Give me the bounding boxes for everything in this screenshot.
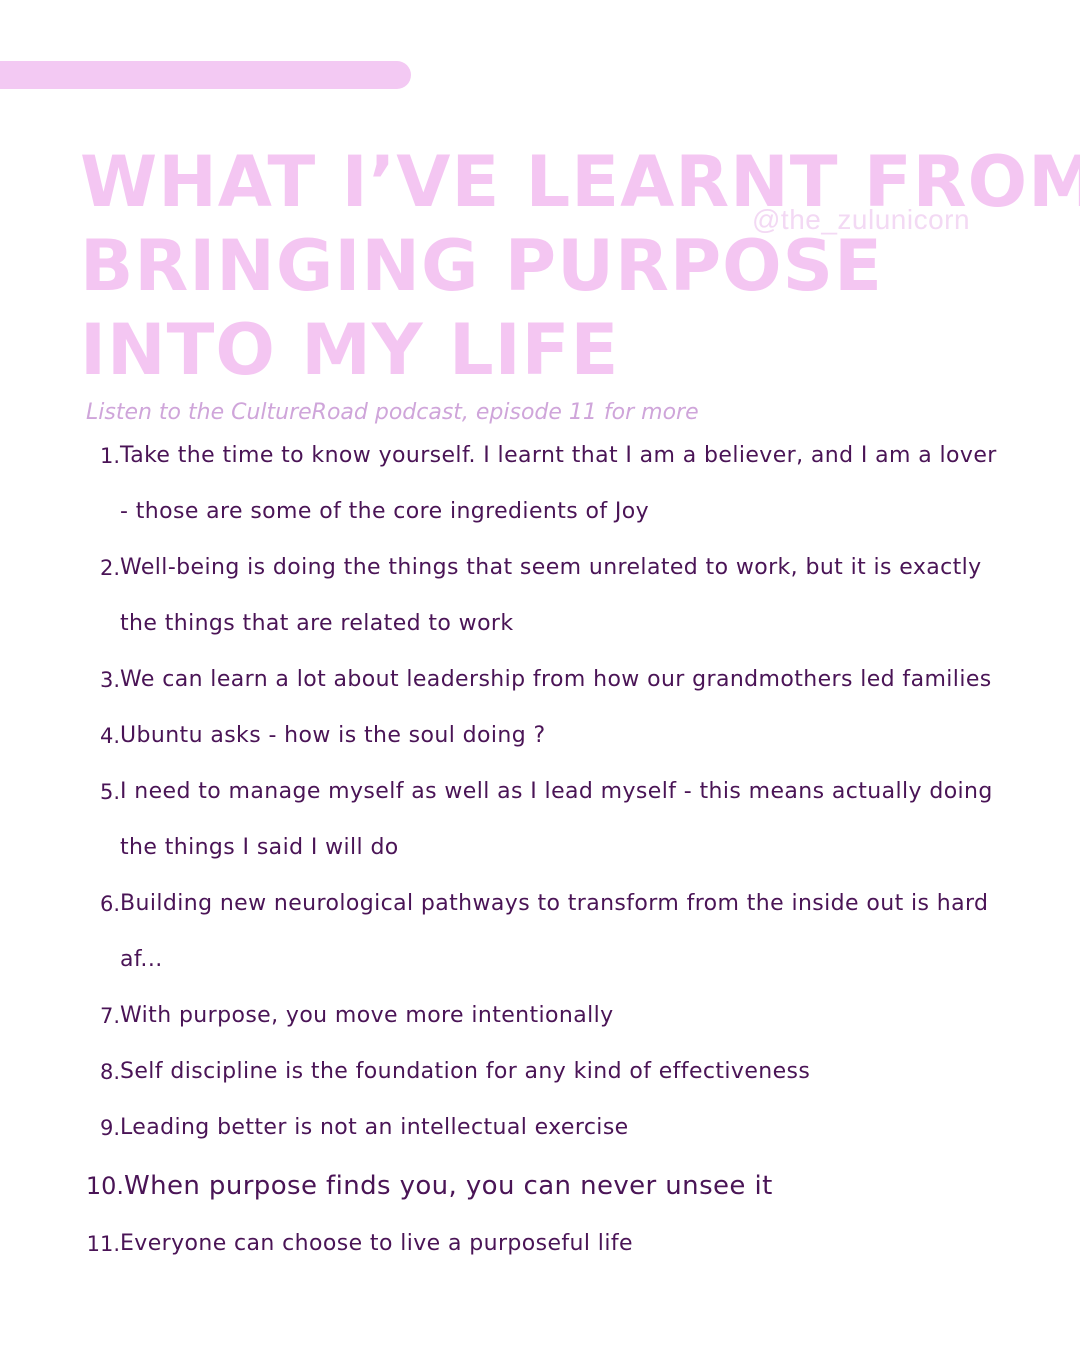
list-item-text: Everyone can choose to live a purposeful… <box>120 1231 633 1256</box>
list-item-number: 11. <box>86 1232 120 1256</box>
list-item: 1. Take the time to know yourself. I lea… <box>0 428 1080 540</box>
list-item: 3. We can learn a lot about leadership f… <box>0 652 1080 708</box>
list-item: 9. Leading better is not an intellectual… <box>0 1100 1080 1156</box>
list-item: 7. With purpose, you move more intention… <box>0 988 1080 1044</box>
list-item-number: 10. <box>85 1172 124 1200</box>
list-item-text: We can learn a lot about leadership from… <box>120 667 992 692</box>
list-item-number: 8. <box>99 1060 120 1084</box>
list-item: 5. I need to manage myself as well as I … <box>0 764 1080 876</box>
list-item-text: Leading better is not an intellectual ex… <box>120 1115 629 1140</box>
list-item-number: 4. <box>99 724 120 748</box>
list-item: 6. Building new neurological pathways to… <box>0 876 1080 988</box>
list-item-number: 5. <box>99 780 120 804</box>
list-item-text: When purpose finds you, you can never un… <box>124 1171 773 1201</box>
list-item-text: Take the time to know yourself. I learnt… <box>120 443 997 524</box>
title-line-2: BRINGING PURPOSE <box>80 225 883 307</box>
list-item-text: Well-being is doing the things that seem… <box>120 555 982 636</box>
list-item-text: Self discipline is the foundation for an… <box>120 1059 811 1084</box>
podcast-subtitle: Listen to the CultureRoad podcast, episo… <box>86 400 699 425</box>
list-item-text: Building new neurological pathways to tr… <box>120 891 989 972</box>
list-item-text: I need to manage myself as well as I lea… <box>120 779 993 860</box>
page-title: WHAT I’VE LEARNT FROM BRINGING PURPOSE I… <box>80 140 1080 392</box>
list-item-text: Ubuntu asks - how is the soul doing ? <box>120 723 546 748</box>
list-item-number: 3. <box>99 668 120 692</box>
lessons-list: 1. Take the time to know yourself. I lea… <box>0 428 1080 1272</box>
social-handle: @the_zulunicorn <box>752 204 971 235</box>
list-item: 2. Well-being is doing the things that s… <box>0 540 1080 652</box>
list-item: 10. When purpose finds you, you can neve… <box>0 1156 1080 1216</box>
list-item-number: 9. <box>99 1116 120 1140</box>
list-item: 4. Ubuntu asks - how is the soul doing ? <box>0 708 1080 764</box>
accent-bar <box>0 61 411 89</box>
list-item-number: 6. <box>99 892 120 916</box>
list-item: 11. Everyone can choose to live a purpos… <box>0 1216 1080 1272</box>
title-line-3: INTO MY LIFE <box>80 309 620 391</box>
list-item-number: 2. <box>99 556 120 580</box>
list-item-number: 1. <box>99 444 120 468</box>
list-item-text: With purpose, you move more intentionall… <box>120 1003 614 1028</box>
list-item-number: 7. <box>99 1004 120 1028</box>
list-item: 8. Self discipline is the foundation for… <box>0 1044 1080 1100</box>
